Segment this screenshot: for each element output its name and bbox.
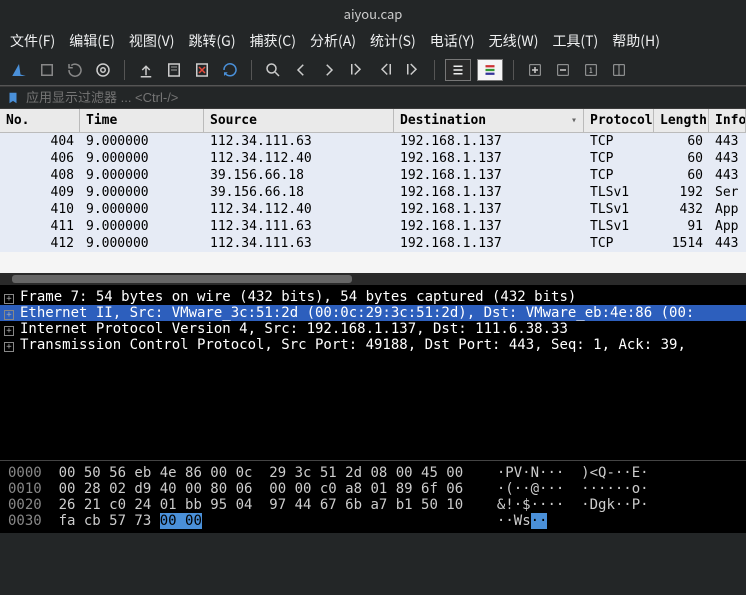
- colorize-icon[interactable]: [477, 59, 503, 81]
- sort-indicator-icon: ▾: [571, 115, 577, 126]
- menu-wireless[interactable]: 无线(W): [489, 31, 539, 51]
- col-destination[interactable]: Destination▾: [394, 109, 584, 132]
- save-icon[interactable]: [163, 59, 185, 81]
- bookmark-icon[interactable]: [6, 91, 20, 105]
- menu-capture[interactable]: 捕获(C): [250, 31, 296, 51]
- detail-frame[interactable]: Frame 7: 54 bytes on wire (432 bits), 54…: [20, 289, 576, 305]
- menubar: 文件(F) 编辑(E) 视图(V) 跳转(G) 捕获(C) 分析(A) 统计(S…: [0, 27, 746, 55]
- packet-row[interactable]: 4119.000000112.34.111.63192.168.1.137TLS…: [0, 218, 746, 235]
- resize-cols-icon[interactable]: [608, 59, 630, 81]
- toolbar: 1: [0, 55, 746, 86]
- menu-stats[interactable]: 统计(S): [370, 31, 416, 51]
- shark-fin-icon[interactable]: [8, 59, 30, 81]
- zoom-reset-icon[interactable]: 1: [580, 59, 602, 81]
- display-filter-input[interactable]: [26, 90, 740, 105]
- packet-list: No. Time Source Destination▾ Protocol Le…: [0, 109, 746, 285]
- last-icon[interactable]: [402, 59, 424, 81]
- menu-view[interactable]: 视图(V): [129, 31, 175, 51]
- open-icon[interactable]: [135, 59, 157, 81]
- close-icon[interactable]: [191, 59, 213, 81]
- restart-icon[interactable]: [64, 59, 86, 81]
- zoom-in-icon[interactable]: [524, 59, 546, 81]
- menu-telephony[interactable]: 电话(Y): [430, 31, 475, 51]
- packet-row[interactable]: 4109.000000112.34.112.40192.168.1.137TLS…: [0, 201, 746, 218]
- expand-icon[interactable]: +: [4, 294, 14, 304]
- expand-icon[interactable]: +: [4, 310, 14, 320]
- prev-icon[interactable]: [290, 59, 312, 81]
- col-info[interactable]: Info: [709, 109, 746, 132]
- filter-bar: [0, 86, 746, 109]
- menu-tools[interactable]: 工具(T): [552, 31, 598, 51]
- scrollbar-thumb[interactable]: [12, 275, 352, 283]
- packet-details[interactable]: + Frame 7: 54 bytes on wire (432 bits), 5…: [0, 285, 746, 460]
- col-source[interactable]: Source: [204, 109, 394, 132]
- next-icon[interactable]: [318, 59, 340, 81]
- packet-row[interactable]: 4129.000000112.34.111.63192.168.1.137TCP…: [0, 235, 746, 252]
- expand-icon[interactable]: +: [4, 326, 14, 336]
- packet-row[interactable]: 4099.00000039.156.66.18192.168.1.137TLSv…: [0, 184, 746, 201]
- menu-edit[interactable]: 编辑(E): [69, 31, 115, 51]
- menu-analyze[interactable]: 分析(A): [310, 31, 356, 51]
- packet-row[interactable]: 4069.000000112.34.112.40192.168.1.137TCP…: [0, 150, 746, 167]
- window-title: aiyou.cap: [0, 0, 746, 27]
- menu-jump[interactable]: 跳转(G): [188, 31, 235, 51]
- packet-rows[interactable]: 4049.000000112.34.111.63192.168.1.137TCP…: [0, 133, 746, 273]
- hex-dump[interactable]: 0000 00 50 56 eb 4e 86 00 0c 29 3c 51 2d…: [0, 460, 746, 533]
- menu-help[interactable]: 帮助(H): [612, 31, 660, 51]
- reload-icon[interactable]: [219, 59, 241, 81]
- col-no[interactable]: No.: [0, 109, 80, 132]
- menu-file[interactable]: 文件(F): [10, 31, 55, 51]
- first-icon[interactable]: [374, 59, 396, 81]
- col-time[interactable]: Time: [80, 109, 204, 132]
- packet-header: No. Time Source Destination▾ Protocol Le…: [0, 109, 746, 133]
- svg-text:1: 1: [589, 65, 593, 76]
- jump-icon[interactable]: [346, 59, 368, 81]
- col-protocol[interactable]: Protocol: [584, 109, 654, 132]
- horizontal-scrollbar[interactable]: [0, 273, 746, 285]
- options-icon[interactable]: [92, 59, 114, 81]
- autoscroll-icon[interactable]: [445, 59, 471, 81]
- find-icon[interactable]: [262, 59, 284, 81]
- detail-tcp[interactable]: Transmission Control Protocol, Src Port:…: [20, 337, 686, 353]
- expand-icon[interactable]: +: [4, 342, 14, 352]
- detail-ip[interactable]: Internet Protocol Version 4, Src: 192.16…: [20, 321, 568, 337]
- col-length[interactable]: Length: [654, 109, 709, 132]
- packet-row[interactable]: 4089.00000039.156.66.18192.168.1.137TCP6…: [0, 167, 746, 184]
- packet-row[interactable]: 4049.000000112.34.111.63192.168.1.137TCP…: [0, 133, 746, 150]
- zoom-out-icon[interactable]: [552, 59, 574, 81]
- stop-icon[interactable]: [36, 59, 58, 81]
- detail-ethernet[interactable]: Ethernet II, Src: VMware_3c:51:2d (00:0c…: [20, 305, 694, 321]
